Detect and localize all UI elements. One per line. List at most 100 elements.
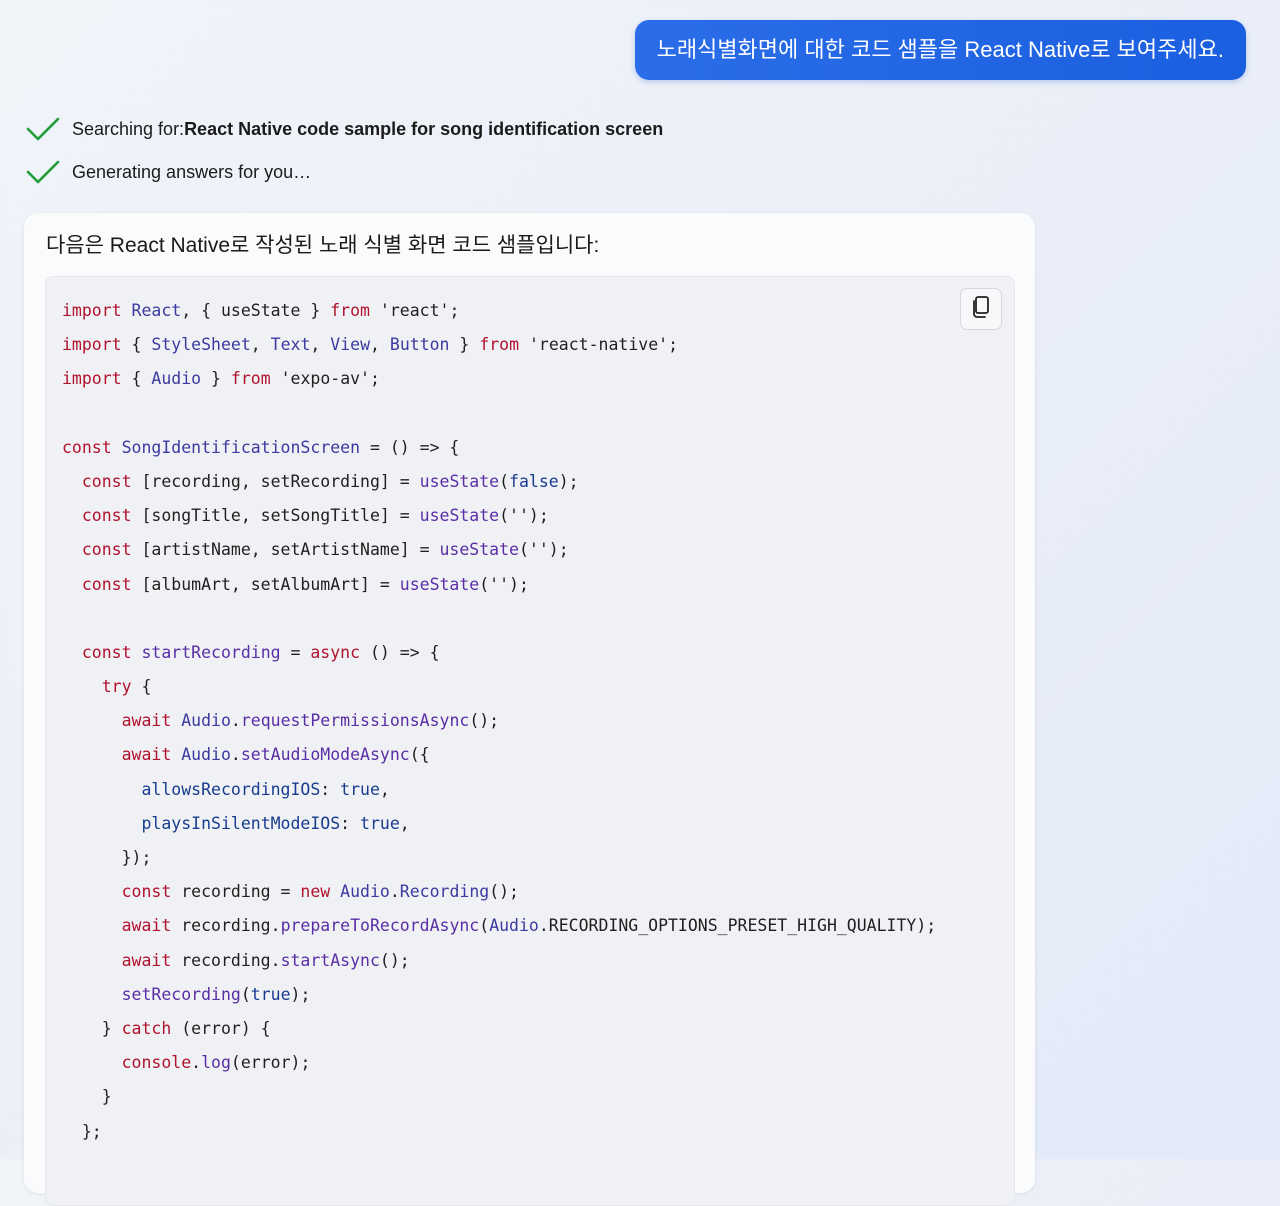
code-token: log [201,1053,231,1073]
code-token: setRecording [121,984,241,1004]
user-message-bubble: 노래식별화면에 대한 코드 샘플을 React Native로 보여주세요. [634,20,1246,80]
code-token: , [370,335,390,355]
code-token: import [62,369,122,389]
code-token: prepareToRecordAsync [280,916,480,936]
code-line: } catch (error) { [62,1012,936,1046]
code-token: 'react-native'; [519,335,679,355]
code-token: playsInSilentModeIOS [141,813,341,833]
code-token: . [191,1053,202,1073]
code-token: const [81,574,132,594]
answer-intro: 다음은 React Native로 작성된 노래 식별 화면 코드 샘플입니다: [46,234,600,257]
code-token: (); [379,950,410,970]
code-token: const [81,540,132,560]
code-token: [albumArt, setAlbumArt] = [131,574,400,594]
code-token: (''); [518,540,569,560]
code-token: new [300,882,331,902]
check-icon [26,117,60,141]
code-token: Audio [151,369,202,389]
code-token: useState [439,540,519,560]
code-token: from [230,369,271,389]
user-message-text: 노래식별화면에 대한 코드 샘플을 React Native로 보여주세요. [656,37,1224,62]
code-token: . [230,745,241,765]
code-line: const SongIdentificationScreen = () => { [62,431,936,465]
code-line: const startRecording = async () => { [62,636,936,670]
code-token: { [131,677,152,697]
code-token: . [230,711,241,731]
code-token: from [330,301,370,320]
code-token: const [121,882,172,902]
code-token: React [131,301,182,320]
code-token: Recording [399,882,490,902]
code-line: playsInSilentModeIOS: true, [62,807,936,841]
code-token: const [62,437,112,457]
code-token: catch [121,1018,172,1038]
code-token: , [310,335,331,355]
code-token: ({ [409,745,430,765]
code-line: allowsRecordingIOS: true, [62,773,936,807]
code-token: [songTitle, setSongTitle] = [131,506,420,526]
code-token: await [121,711,172,731]
code-token: .RECORDING_OPTIONS_PRESET_HIGH_QUALITY); [538,916,937,936]
code-token: console [121,1053,192,1073]
code-token: } [449,335,480,355]
code-token: Audio [181,745,231,765]
code-line: await Audio.setAudioModeAsync({ [62,738,936,772]
code-token: [artistName, setArtistName] = [131,540,440,560]
code-token: import [62,335,122,355]
code-line: console.log(error); [62,1046,936,1080]
code-token: from [479,335,520,355]
code-token: startRecording [141,642,281,662]
progress-searching-prefix: Searching for: [72,118,185,139]
code-token: recording. [171,916,281,936]
copy-icon [970,295,992,324]
code-token: useState [399,574,480,594]
code-token: [recording, setRecording] = [131,471,420,491]
code-token: }; [62,1121,102,1141]
code-token: true [360,813,400,833]
code-token: true [340,779,380,799]
code-token: false [509,471,559,491]
code-line: const [albumArt, setAlbumArt] = useState… [62,568,936,602]
code-token: Text [270,335,311,355]
code-token: = () => { [360,437,460,457]
code-line: import React, { useState } from 'react'; [62,294,936,328]
code-line: const [artistName, setArtistName] = useS… [62,533,936,567]
code-token: await [121,950,172,970]
code-line: import { Audio } from 'expo-av'; [62,362,936,396]
code-token: allowsRecordingIOS [141,779,321,799]
code-token: recording = [171,882,301,902]
copy-code-button[interactable] [960,288,1002,330]
code-token: } [62,1087,112,1107]
code-line: await recording.startAsync(); [62,944,936,978]
code-token: { [121,335,152,355]
code-token: { [121,369,152,389]
code-token: , [399,813,410,833]
code-token: Audio [181,711,231,731]
code-content: import React, { useState } from 'react';… [62,294,936,1149]
code-token: , [379,779,390,799]
code-token: await [121,916,172,936]
code-token: const [81,471,132,491]
code-token: (error); [230,1053,311,1073]
progress-step-searching: Searching for: React Native code sample … [26,117,663,141]
code-line: }; [62,1115,936,1149]
progress-generating-text: Generating answers for you… [72,161,312,182]
code-token: try [101,677,132,697]
code-line: import { StyleSheet, Text, View, Button … [62,328,936,362]
code-token: . [389,882,400,902]
code-token: , { useState } [181,301,331,320]
